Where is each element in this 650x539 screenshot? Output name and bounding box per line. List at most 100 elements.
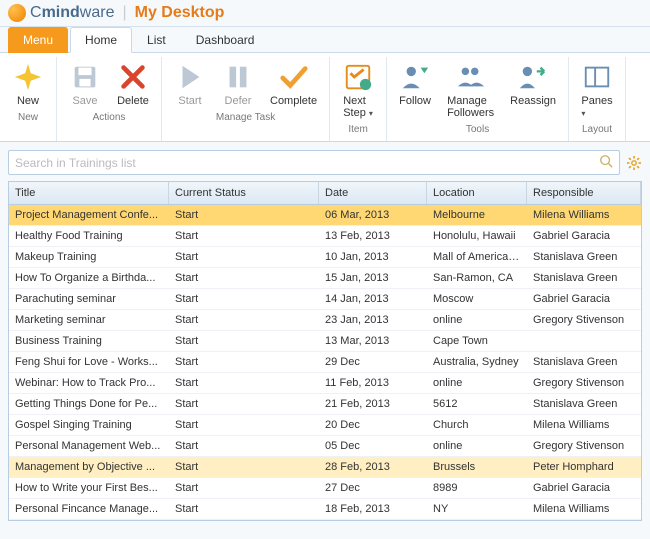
tab-list[interactable]: List [132,27,181,53]
gear-icon[interactable] [626,155,642,171]
table-row[interactable]: Marketing seminarStart23 Jan, 2013online… [9,310,641,331]
cell-responsible: Stanislava Green [527,247,641,267]
cell-location: Honolulu, Hawaii [427,226,527,246]
logo-text: Cmindware [30,4,114,22]
cell-title: Project Management Confe... [9,205,169,225]
cell-responsible: Peter Homphard [527,457,641,477]
table-row[interactable]: Makeup TrainingStart10 Jan, 2013Mall of … [9,247,641,268]
cell-date: 20 Dec [319,415,427,435]
reassign-icon [517,61,549,93]
delete-button-label: Delete [117,95,149,107]
col-status[interactable]: Current Status [169,182,319,204]
chevron-down-icon: ▾ [581,109,585,118]
delete-icon [117,61,149,93]
table-row[interactable]: Parachuting seminarStart14 Jan, 2013Mosc… [9,289,641,310]
cell-date: 21 Feb, 2013 [319,394,427,414]
next-step-button[interactable]: NextStep ▾ [334,59,382,121]
cell-location: online [427,373,527,393]
menu-tab[interactable]: Menu [8,27,68,53]
tab-dashboard[interactable]: Dashboard [181,27,270,53]
cell-location: 8989 [427,478,527,498]
cell-location: Melbourne [427,205,527,225]
defer-button-label: Defer [225,95,252,107]
manage-followers-button-label: ManageFollowers [447,95,494,119]
cell-responsible: Stanislava Green [527,268,641,288]
cell-title: Personal Fincance Manage... [9,499,169,519]
table-row[interactable]: How To Organize a Birthda...Start15 Jan,… [9,268,641,289]
col-location[interactable]: Location [427,182,527,204]
ribbon-group-new: NewNew [0,57,57,141]
start-button-label: Start [178,95,201,107]
table-row[interactable]: How to Write your First Bes...Start27 De… [9,478,641,499]
reassign-button[interactable]: Reassign [502,59,564,121]
tab-home[interactable]: Home [70,27,132,53]
cell-date: 27 Dec [319,478,427,498]
next-step-button-label: NextStep ▾ [343,95,373,119]
table-row[interactable]: Healthy Food TrainingStart13 Feb, 2013Ho… [9,226,641,247]
panes-button[interactable]: Panes▾ [573,59,621,121]
col-date[interactable]: Date [319,182,427,204]
check-icon [278,61,310,93]
col-title[interactable]: Title [9,182,169,204]
save-button: Save [61,59,109,109]
cell-date: 29 Dec [319,352,427,372]
cell-date: 05 Dec [319,436,427,456]
start-button: Start [166,59,214,109]
cell-location: Mall of America, ... [427,247,527,267]
cell-title: Webinar: How to Track Pro... [9,373,169,393]
search-input[interactable] [15,156,599,170]
cell-title: Parachuting seminar [9,289,169,309]
cell-title: How To Organize a Birthda... [9,268,169,288]
cell-title: How to Write your First Bes... [9,478,169,498]
panes-icon [581,61,613,93]
ribbon-group-item: NextStep ▾Item [330,57,387,141]
cell-location: Cape Town [427,331,527,351]
delete-button[interactable]: Delete [109,59,157,109]
header-divider: | [122,4,126,22]
table-row[interactable]: Gospel Singing TrainingStart20 DecChurch… [9,415,641,436]
cell-responsible: Milena Williams [527,205,641,225]
search-icon[interactable] [599,154,613,171]
follow-icon [399,61,431,93]
new-button[interactable]: New [4,59,52,109]
logo-mark-icon [8,4,26,22]
ribbon-toolbar: NewNewSaveDeleteActionsStartDeferComplet… [0,52,650,142]
follow-button[interactable]: Follow [391,59,439,121]
cell-status: Start [169,268,319,288]
cell-status: Start [169,331,319,351]
table-row[interactable]: Webinar: How to Track Pro...Start11 Feb,… [9,373,641,394]
table-row[interactable]: Business TrainingStart13 Mar, 2013Cape T… [9,331,641,352]
cell-responsible: Stanislava Green [527,394,641,414]
cell-title: Feng Shui for Love - Works... [9,352,169,372]
cell-status: Start [169,478,319,498]
ribbon-group-actions: SaveDeleteActions [57,57,162,141]
table-row[interactable]: Personal Management Web...Start05 Deconl… [9,436,641,457]
cell-title: Healthy Food Training [9,226,169,246]
play-icon [174,61,206,93]
table-row[interactable]: Management by Objective ...Start28 Feb, … [9,457,641,478]
cell-status: Start [169,394,319,414]
cell-location: online [427,436,527,456]
cell-location: 5612 [427,394,527,414]
table-row[interactable]: Project Management Confe...Start06 Mar, … [9,205,641,226]
cell-title: Getting Things Done for Pe... [9,394,169,414]
manage-followers-button[interactable]: ManageFollowers [439,59,502,121]
cell-status: Start [169,352,319,372]
app-logo: Cmindware [8,4,114,22]
search-box[interactable] [8,150,620,175]
cell-date: 13 Mar, 2013 [319,331,427,351]
trainings-grid: Title Current Status Date Location Respo… [8,181,642,521]
group-label: Tools [466,121,489,139]
content-area: Title Current Status Date Location Respo… [0,142,650,529]
cell-title: Management by Objective ... [9,457,169,477]
followers-icon [455,61,487,93]
grid-body: Project Management Confe...Start06 Mar, … [9,205,641,520]
cell-location: Brussels [427,457,527,477]
table-row[interactable]: Getting Things Done for Pe...Start21 Feb… [9,394,641,415]
cell-responsible: Milena Williams [527,415,641,435]
col-responsible[interactable]: Responsible [527,182,641,204]
complete-button[interactable]: Complete [262,59,325,109]
cell-status: Start [169,457,319,477]
table-row[interactable]: Personal Fincance Manage...Start18 Feb, … [9,499,641,520]
table-row[interactable]: Feng Shui for Love - Works...Start29 Dec… [9,352,641,373]
